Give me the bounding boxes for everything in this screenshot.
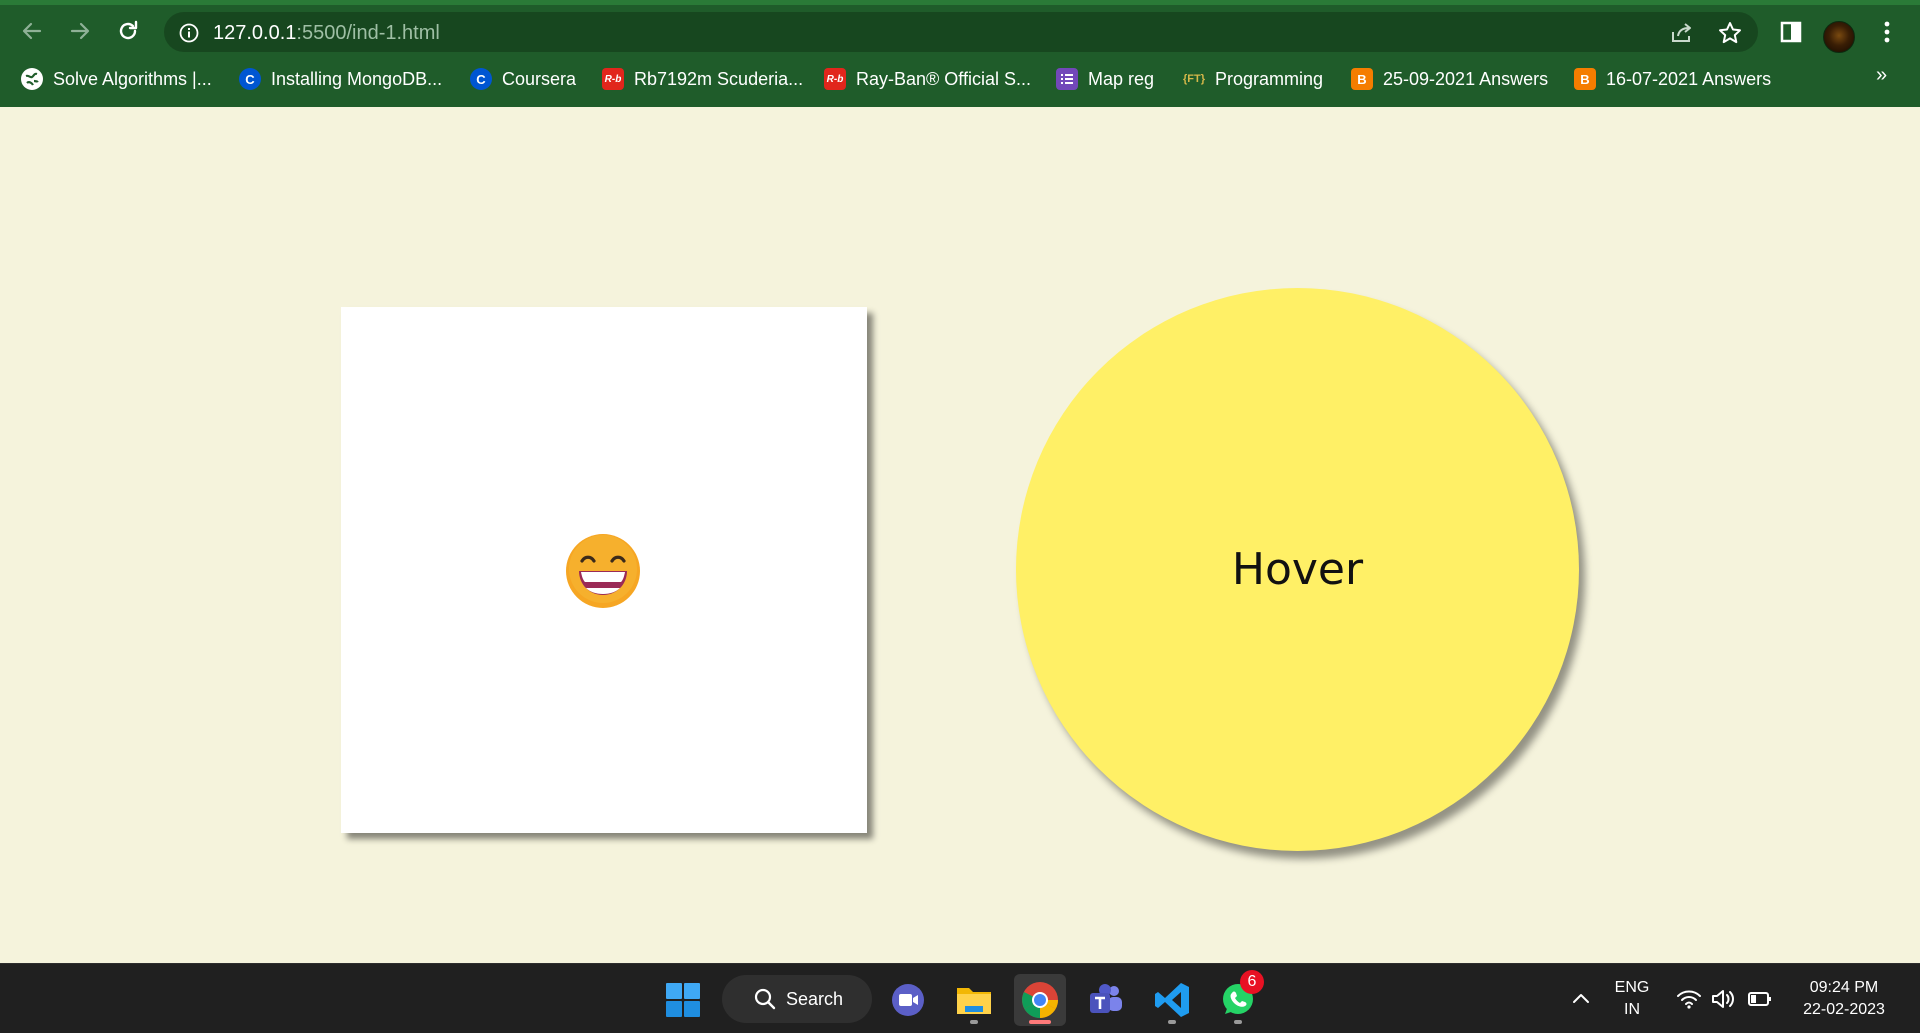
taskbar-whatsapp[interactable]: 6 [1212,970,1264,1026]
bookmarks-bar: Solve Algorithms |... C Installing Mongo… [0,58,1920,100]
windows-logo-icon [666,983,700,1017]
video-call-icon [892,984,924,1016]
url-path: :5500/ind-1.html [296,22,440,44]
language-code: ENG [1614,979,1650,996]
volume-icon[interactable] [1710,986,1736,1012]
forward-button[interactable] [62,13,98,49]
running-indicator [1168,1020,1176,1024]
chrome-icon [1022,982,1058,1018]
more-bookmarks-button[interactable]: » [1876,64,1887,87]
bookmark-programming[interactable]: {FT} Programming [1183,64,1323,94]
taskbar-teams[interactable] [1080,974,1132,1026]
globe-icon [21,68,43,90]
kebab-menu-icon[interactable] [1873,18,1901,46]
bookmark-label: Ray-Ban® Official S... [856,68,1031,89]
bookmark-label: Solve Algorithms |... [53,68,212,89]
url-text[interactable]: 127.0.0.1:5500/ind-1.html [213,21,440,45]
clock[interactable]: 09:24 PM 22-02-2023 [1782,977,1906,1021]
running-indicator [1234,1020,1242,1024]
teams-icon [1090,984,1122,1013]
bookmark-map-reg[interactable]: Map reg [1056,64,1154,94]
arrow-left-icon [22,22,42,40]
arrow-right-icon [70,22,90,40]
bookmark-label: Rb7192m Scuderia... [634,68,804,89]
folder-icon [957,988,991,1014]
blogger-icon: B [1351,68,1373,90]
reload-icon [119,20,138,40]
bookmark-rb7192m-scuderia[interactable]: R-b Rb7192m Scuderia... [602,64,803,94]
language-indicator[interactable]: ENG IN [1605,977,1659,1021]
chevron-up-icon[interactable] [1568,986,1594,1012]
page-content: Hover [0,107,1920,963]
windows-taskbar: Search 6 ENG IN 09:24 PM 22-02-2023 [0,963,1920,1033]
bookmark-solve-algorithms[interactable]: Solve Algorithms |... [21,64,212,94]
taskbar-vscode[interactable] [1146,974,1198,1026]
bookmark-label: 16-07-2021 Answers [1606,68,1772,89]
active-indicator [1029,1020,1051,1024]
hover-label: Hover [1231,544,1364,595]
bookmark-label: Coursera [502,68,577,89]
taskbar-search[interactable]: Search [722,975,872,1023]
search-icon [754,988,776,1010]
notification-badge: 6 [1240,970,1264,994]
clock-time: 09:24 PM [1809,979,1879,996]
bookmark-label: 25-09-2021 Answers [1383,68,1549,89]
grinning-face-icon [566,534,640,608]
blogger-icon: B [1574,68,1596,90]
hover-circle[interactable]: Hover [1016,288,1579,851]
profile-avatar[interactable] [1823,21,1855,53]
start-button[interactable] [657,974,709,1026]
region-code: IN [1624,1001,1640,1018]
browser-chrome: 127.0.0.1:5500/ind-1.html Solve Algorith… [0,0,1920,107]
coursera-icon: C [239,68,261,90]
bookmark-25-09-2021-answers[interactable]: B 25-09-2021 Answers [1351,64,1548,94]
emoji-card [341,307,867,833]
bookmark-label: Installing MongoDB... [271,68,443,89]
battery-icon[interactable] [1747,986,1773,1012]
back-button[interactable] [14,13,50,49]
share-icon[interactable] [1669,20,1695,46]
running-indicator [970,1020,978,1024]
bookmark-label: Programming [1215,68,1324,89]
taskbar-meet[interactable] [882,974,934,1026]
coursera-icon: C [470,68,492,90]
site-info-icon[interactable] [178,22,200,44]
bookmark-16-07-2021-answers[interactable]: B 16-07-2021 Answers [1574,64,1771,94]
code-icon: {FT} [1183,73,1205,85]
url-host: 127.0.0.1 [213,22,297,44]
wifi-icon[interactable] [1676,986,1702,1012]
browser-toolbar: 127.0.0.1:5500/ind-1.html [0,5,1920,57]
taskbar-file-explorer[interactable] [948,974,1000,1026]
taskbar-chrome[interactable] [1014,974,1066,1026]
rayban-icon: R-b [824,68,846,90]
reload-button[interactable] [110,13,146,49]
rayban-icon: R-b [602,68,624,90]
search-label: Search [786,988,844,1009]
bookmark-installing-mongodb[interactable]: C Installing MongoDB... [239,64,442,94]
side-panel-icon[interactable] [1777,18,1805,46]
bookmark-coursera[interactable]: C Coursera [470,64,576,94]
forms-icon [1056,68,1078,90]
bookmark-label: Map reg [1088,68,1155,89]
bookmark-star-icon[interactable] [1717,20,1743,46]
clock-date: 22-02-2023 [1803,1001,1885,1018]
vscode-icon [1155,983,1189,1017]
bookmark-rayban-official[interactable]: R-b Ray-Ban® Official S... [824,64,1031,94]
